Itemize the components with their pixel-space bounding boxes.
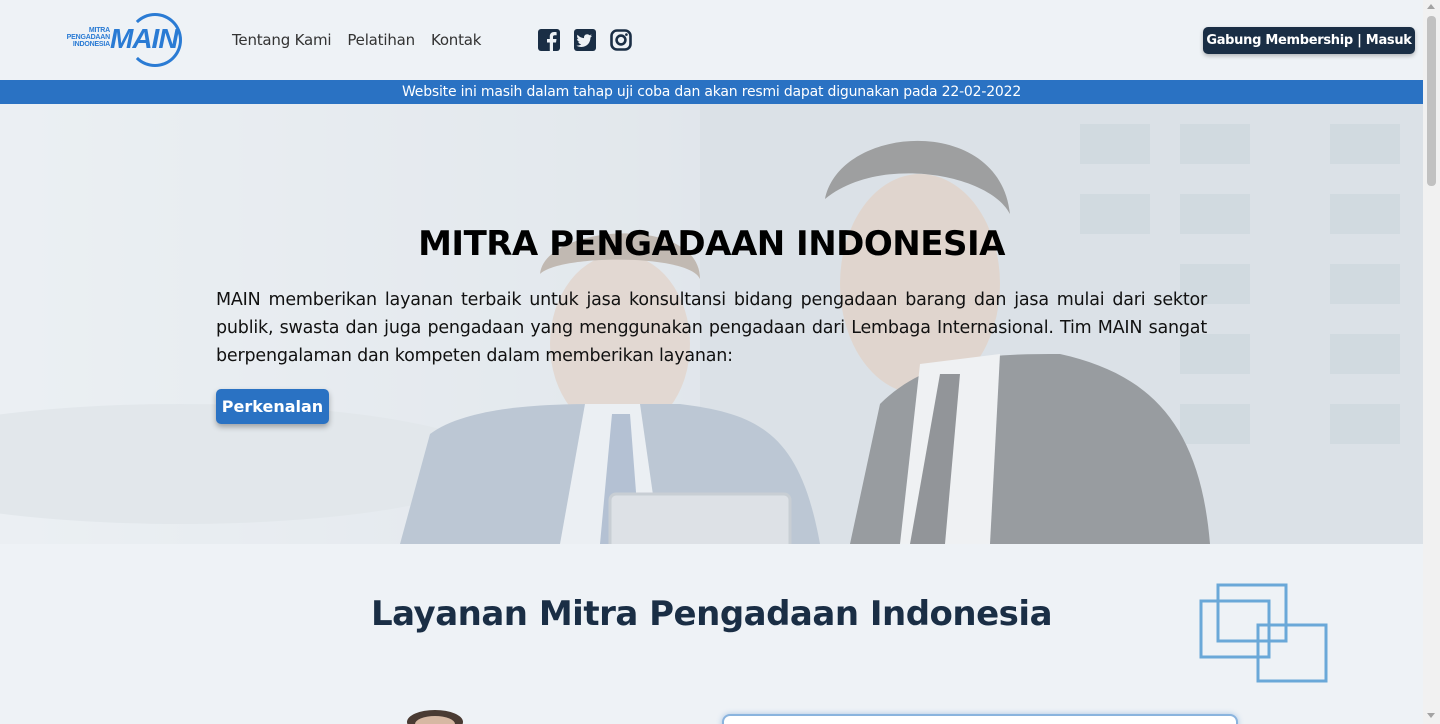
nav-pelatihan[interactable]: Pelatihan <box>347 31 415 49</box>
hero-title: MITRA PENGADAAN INDONESIA <box>418 224 1005 264</box>
twitter-icon[interactable] <box>574 29 596 51</box>
social-links <box>538 29 632 51</box>
instagram-icon[interactable] <box>610 29 632 51</box>
scroll-down-arrow-icon[interactable] <box>1427 713 1435 718</box>
page-scrollbar[interactable] <box>1423 0 1440 724</box>
main-logo[interactable]: MITRA PENGADAAN INDONESIA MAIN <box>58 13 183 67</box>
facebook-icon[interactable] <box>538 29 560 51</box>
join-membership-button[interactable]: Gabung Membership | Masuk <box>1203 27 1415 54</box>
intro-button[interactable]: Perkenalan <box>216 389 329 424</box>
nav-tentang-kami[interactable]: Tentang Kami <box>232 31 332 49</box>
trial-notice-bar: Website ini masih dalam tahap uji coba d… <box>0 80 1423 104</box>
service-card[interactable] <box>722 714 1238 724</box>
service-person-image <box>407 710 463 724</box>
main-nav: Tentang Kami Pelatihan Kontak <box>232 31 481 49</box>
logo-subtext: MITRA PENGADAAN INDONESIA <box>66 27 111 48</box>
hero-description: MAIN memberikan layanan terbaik untuk ja… <box>216 290 1207 366</box>
nav-kontak[interactable]: Kontak <box>431 31 482 49</box>
scroll-thumb[interactable] <box>1427 16 1436 186</box>
logo-ring <box>128 13 182 67</box>
decorative-squares-icon <box>1199 583 1328 683</box>
hero-section: MITRA PENGADAAN INDONESIA MAIN memberika… <box>0 104 1423 544</box>
scroll-up-arrow-icon[interactable] <box>1427 4 1435 9</box>
site-header: MITRA PENGADAAN INDONESIA MAIN Tentang K… <box>0 0 1423 80</box>
